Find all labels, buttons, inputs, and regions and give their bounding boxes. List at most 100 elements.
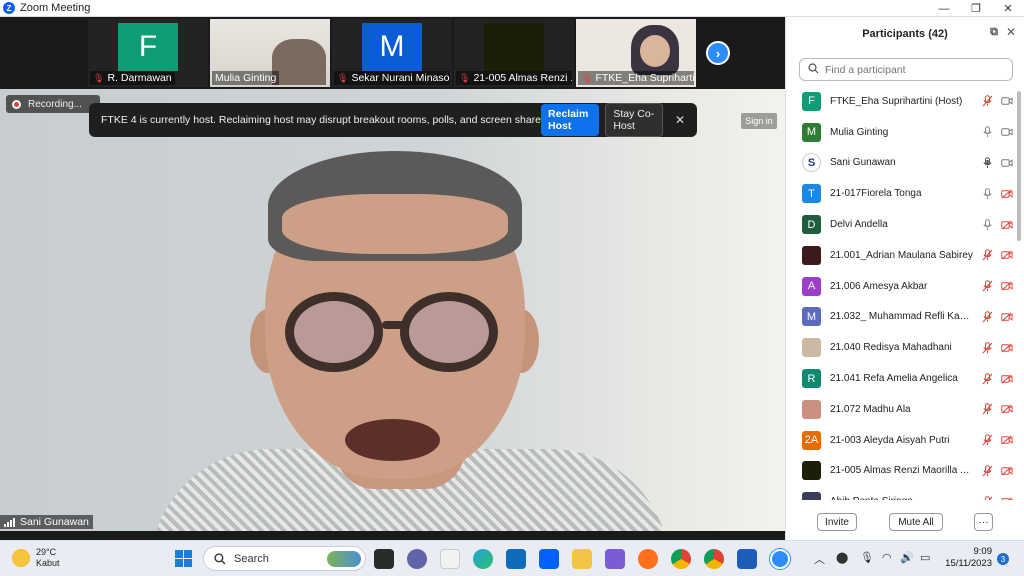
window-titlebar: Z Zoom Meeting — ❐ ✕ — [0, 0, 1024, 17]
mic-icon[interactable] — [981, 126, 993, 138]
mic-muted-icon[interactable] — [981, 280, 993, 292]
participant-avatar: M — [802, 122, 821, 142]
weather-temperature: 29°C — [36, 547, 57, 557]
start-menu-icon[interactable] — [175, 550, 192, 567]
participant-row[interactable]: M Mulia Ginting — [786, 117, 1015, 148]
participant-row[interactable]: 21.040 Redisya Mahadhani — [786, 332, 1015, 363]
mute-all-button[interactable]: Mute All — [889, 513, 943, 531]
stay-cohost-button[interactable]: Stay Co-Host — [605, 103, 663, 137]
mic-muted-icon[interactable] — [981, 95, 993, 107]
task-view-icon[interactable] — [374, 549, 394, 569]
maximize-button[interactable]: ❐ — [960, 0, 992, 17]
strip-next-button[interactable]: › — [706, 41, 730, 65]
invite-button[interactable]: Invite — [817, 513, 857, 531]
wifi-icon[interactable]: ◠ — [882, 551, 892, 564]
strip-tile[interactable]: F 🎙 R. Darmawan — [88, 19, 208, 87]
participant-list-scrollbar[interactable] — [1017, 91, 1021, 241]
edge-browser-icon[interactable] — [473, 549, 493, 569]
close-window-button[interactable]: ✕ — [992, 0, 1024, 17]
participant-row[interactable]: Abib Penta Siringo... — [786, 486, 1015, 500]
mic-muted-icon[interactable] — [981, 372, 993, 385]
weather-widget[interactable]: 29°C Kabut — [12, 547, 60, 569]
file-explorer-icon[interactable] — [572, 549, 592, 569]
tile-avatar — [484, 23, 544, 71]
video-off-icon[interactable] — [1001, 249, 1013, 261]
tile-avatar: M — [362, 23, 422, 71]
participant-row[interactable]: R 21.041 Refa Amelia Angelica — [786, 363, 1015, 394]
video-icon[interactable] — [1001, 126, 1013, 138]
zoom-app-icon[interactable] — [770, 549, 790, 569]
mic-muted-icon[interactable] — [981, 342, 993, 354]
popout-icon[interactable]: ⧉ — [990, 26, 998, 39]
word-app-icon[interactable] — [737, 549, 757, 569]
video-off-icon[interactable] — [1001, 219, 1013, 231]
mic-muted-icon[interactable] — [981, 403, 993, 415]
participant-avatar: 2A — [802, 430, 821, 450]
strip-tile[interactable]: Mulia Ginting — [210, 19, 330, 87]
chrome-profile-icon[interactable] — [704, 549, 724, 569]
video-off-icon[interactable] — [1001, 465, 1013, 477]
mic-icon[interactable] — [981, 188, 993, 200]
participant-avatar — [802, 492, 821, 500]
mic-muted-icon[interactable] — [981, 465, 993, 477]
mic-icon[interactable] — [981, 157, 993, 169]
video-off-icon[interactable] — [1001, 342, 1013, 354]
video-off-icon[interactable] — [1001, 434, 1013, 446]
minimize-button[interactable]: — — [928, 0, 960, 17]
mail-app-icon[interactable] — [506, 549, 526, 569]
participant-row[interactable]: 21.001_Adrian Maulana Sabirey — [786, 240, 1015, 271]
video-icon[interactable] — [1001, 157, 1013, 169]
strip-tile[interactable]: 🎙 21-005 Almas Renzi ... — [454, 19, 574, 87]
video-off-icon[interactable] — [1001, 280, 1013, 292]
strip-tile[interactable]: 🎙 FTKE_Eha Suprihartini — [576, 19, 696, 87]
mic-muted-icon[interactable] — [981, 249, 993, 261]
video-off-icon[interactable] — [1001, 403, 1013, 415]
mic-muted-icon[interactable] — [981, 434, 993, 446]
firefox-browser-icon[interactable] — [638, 549, 658, 569]
participant-search-input[interactable] — [825, 63, 1005, 76]
clock-date: 15/11/2023 — [945, 558, 992, 569]
battery-icon[interactable]: ▭ — [920, 551, 930, 564]
microphone-icon[interactable]: 🎙 — [860, 551, 874, 564]
tray-chevron-icon[interactable]: ︿ — [814, 551, 825, 567]
app-icon[interactable] — [605, 549, 625, 569]
video-off-icon[interactable] — [1001, 311, 1013, 323]
volume-icon[interactable]: 🔊 — [900, 551, 914, 564]
panel-close-icon[interactable]: ✕ — [1006, 25, 1016, 39]
participant-row[interactable]: 2A 21-003 Aleyda Aisyah Putri — [786, 425, 1015, 456]
system-clock[interactable]: 9:09 15/11/2023 — [942, 546, 992, 570]
search-icon — [214, 552, 226, 564]
participant-row[interactable]: D Delvi Andella — [786, 209, 1015, 240]
chrome-browser-icon[interactable] — [671, 549, 691, 569]
strip-tile[interactable]: M 🎙 Sekar Nurani Minaso... — [332, 19, 452, 87]
taskbar-search[interactable]: Search — [203, 546, 366, 571]
mic-muted-icon[interactable] — [981, 496, 993, 500]
video-off-icon[interactable] — [1001, 373, 1013, 385]
participant-row[interactable]: M 21.032_ Muhammad Refli Kash... — [786, 302, 1015, 333]
dropbox-app-icon[interactable] — [539, 549, 559, 569]
participant-row[interactable]: 21.072 Madhu Ala — [786, 394, 1015, 425]
tray-app-icon[interactable]: ⬤ — [836, 551, 848, 564]
banner-close-icon[interactable]: ✕ — [675, 113, 685, 127]
signin-button[interactable]: Sign in — [741, 113, 777, 129]
participant-row[interactable]: T 21-017Fiorela Tonga — [786, 178, 1015, 209]
mic-icon[interactable] — [981, 218, 993, 231]
participant-row[interactable]: F FTKE_Eha Suprihartini (Host) — [786, 86, 1015, 117]
mic-muted-icon: 🎙 — [337, 72, 349, 83]
mic-muted-icon[interactable] — [981, 311, 993, 323]
speaker-name: Sani Gunawan — [20, 516, 89, 528]
video-off-icon[interactable] — [1001, 496, 1013, 500]
participant-row[interactable]: S Sani Gunawan — [786, 148, 1015, 179]
chat-app-icon[interactable] — [407, 549, 427, 569]
participant-row[interactable]: 21-005 Almas Renzi Maorilla A... — [786, 456, 1015, 487]
video-icon[interactable] — [1001, 95, 1013, 107]
notification-badge[interactable]: 3 — [997, 553, 1009, 565]
amazon-app-icon[interactable] — [440, 549, 460, 569]
recording-indicator[interactable]: Recording... — [6, 95, 100, 113]
participant-search[interactable] — [799, 58, 1013, 81]
more-options-button[interactable]: ··· — [974, 513, 993, 531]
video-off-icon[interactable] — [1001, 188, 1013, 200]
participant-row[interactable]: A 21.006 Amesya Akbar — [786, 271, 1015, 302]
reclaim-host-button[interactable]: Reclaim Host — [541, 104, 600, 136]
window-title: Zoom Meeting — [20, 2, 91, 14]
